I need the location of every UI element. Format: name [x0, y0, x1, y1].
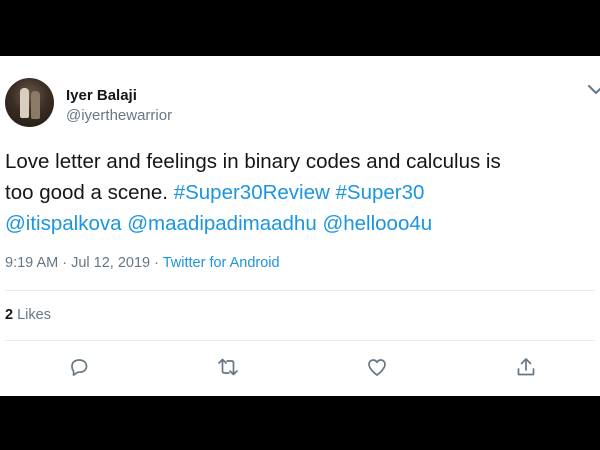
mention-link[interactable]: @itispalkova — [5, 212, 122, 235]
mention-link[interactable]: @hellooo4u — [322, 212, 432, 235]
meta-separator: · — [150, 255, 163, 271]
tweet-text-line: @itispalkova @maadipadimaadhu @hellooo4u — [5, 208, 595, 239]
tweet-meta: 9:19 AM · Jul 12, 2019 · Twitter for And… — [5, 255, 280, 271]
likes-stat[interactable]: 2 Likes — [5, 307, 51, 323]
tweet-text-fragment: too good a scene. — [5, 181, 174, 204]
heart-icon[interactable] — [365, 355, 389, 379]
tweet-text-line: Love letter and feelings in binary codes… — [5, 150, 501, 173]
tweet-source-link[interactable]: Twitter for Android — [163, 255, 280, 271]
share-icon[interactable] — [514, 355, 538, 379]
user-handle[interactable]: @iyerthewarrior — [66, 107, 172, 124]
meta-separator: · — [58, 255, 72, 271]
tweet-date[interactable]: Jul 12, 2019 — [71, 255, 150, 271]
mention-link[interactable]: @maadipadimaadhu — [127, 212, 317, 235]
avatar-figure — [20, 88, 29, 118]
reply-icon[interactable] — [67, 355, 91, 379]
divider — [5, 290, 595, 291]
chevron-down-icon[interactable] — [586, 82, 600, 98]
hashtag-link[interactable]: #Super30Review — [174, 181, 330, 204]
avatar-figure — [31, 91, 40, 119]
likes-count: 2 — [5, 307, 14, 323]
letterbox-bottom — [0, 396, 600, 450]
tweet-text: Love letter and feelings in binary codes… — [5, 146, 595, 239]
tweet-card: Iyer Balaji @iyerthewarrior Love letter … — [0, 56, 600, 396]
avatar[interactable] — [5, 78, 54, 127]
tweet-time[interactable]: 9:19 AM — [5, 255, 58, 271]
retweet-icon[interactable] — [216, 355, 240, 379]
hashtag-link[interactable]: #Super30 — [336, 181, 425, 204]
tweet-text-line: too good a scene. #Super30Review #Super3… — [5, 177, 595, 208]
display-name[interactable]: Iyer Balaji — [66, 87, 137, 104]
divider — [5, 340, 595, 341]
likes-label: Likes — [17, 307, 51, 323]
letterbox-top — [0, 0, 600, 56]
